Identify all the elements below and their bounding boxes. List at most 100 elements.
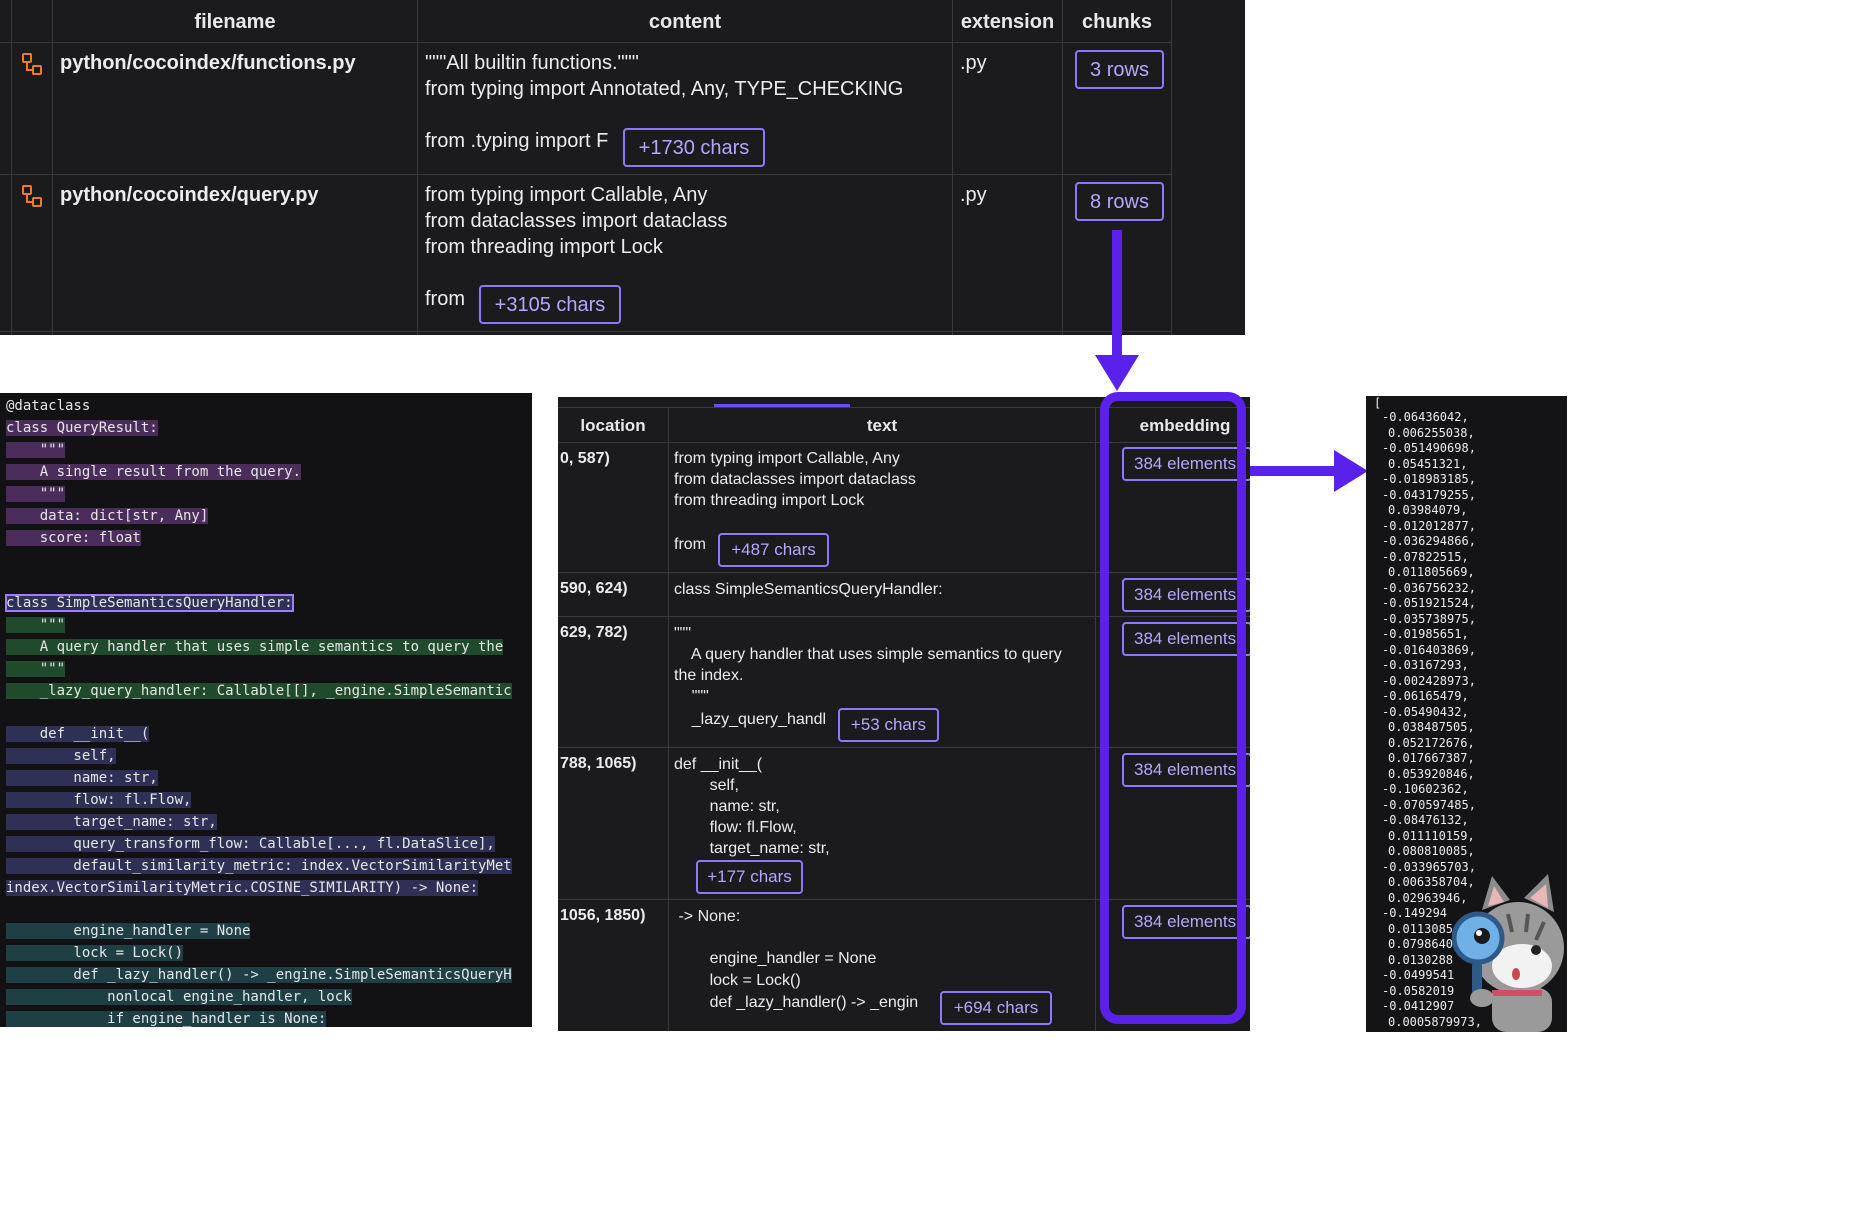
chunk-text-line: target_name: str, bbox=[674, 840, 830, 857]
vector-value: -0.149294 bbox=[1382, 906, 1448, 920]
code-line: target_name: str, bbox=[6, 814, 217, 830]
vector-value: -0.070597485, bbox=[1382, 797, 1476, 812]
chunk-text-line: from bbox=[674, 536, 706, 553]
column-divider bbox=[1095, 407, 1096, 1031]
expand-content-button[interactable]: +3105 chars bbox=[479, 285, 621, 324]
chunk-text-line: from typing import Callable, Any bbox=[674, 450, 900, 467]
content-line: from typing import Callable, Any bbox=[425, 184, 708, 206]
column-divider bbox=[417, 0, 418, 335]
chunk-text-line: -> None: bbox=[674, 908, 741, 925]
chunk-text-line: def __init__( bbox=[674, 756, 763, 773]
code-line: A query handler that uses simple semanti… bbox=[6, 639, 504, 655]
chunk-text-line: class SimpleSemanticsQueryHandler: bbox=[674, 581, 943, 598]
header-filename[interactable]: filename bbox=[53, 0, 417, 42]
header-text[interactable]: text bbox=[669, 409, 1095, 443]
code-line: def _lazy_handler() -> _engine.SimpleSem… bbox=[6, 967, 512, 983]
code-line: """ bbox=[6, 442, 66, 458]
code-line: def __init__( bbox=[6, 726, 150, 742]
code-line: class SimpleSemanticsQueryHandler: bbox=[5, 594, 294, 612]
vector-value: -0.036756232, bbox=[1382, 580, 1476, 595]
vector-value: 0.011110159, bbox=[1388, 828, 1475, 843]
column-divider bbox=[11, 0, 12, 335]
header-content[interactable]: content bbox=[418, 0, 952, 42]
chunks-rows-button[interactable]: 3 rows bbox=[1075, 50, 1164, 89]
filename-cell: python/cocoindex/functions.py bbox=[60, 52, 356, 74]
row-divider bbox=[0, 331, 1172, 332]
code-line: """ bbox=[6, 486, 66, 502]
vector-value: 0.03984079, bbox=[1388, 503, 1468, 517]
vector-value: 0.017667387, bbox=[1388, 751, 1475, 765]
row-divider bbox=[0, 174, 1172, 175]
vector-value: -0.016403869, bbox=[1382, 642, 1476, 657]
chunk-text-line: the index. bbox=[674, 667, 744, 684]
code-line: score: float bbox=[6, 530, 141, 546]
source-code-view: @dataclass class QueryResult: """ A sing… bbox=[0, 393, 532, 1027]
chunk-text-line: from dataclasses import dataclass bbox=[674, 471, 916, 488]
vector-value: -0.08476132, bbox=[1382, 813, 1469, 827]
vector-value: 0.05451321, bbox=[1388, 456, 1468, 471]
code-line: lock = Lock() bbox=[6, 945, 184, 961]
chunk-text-line: def _lazy_handler() -> _engin bbox=[674, 994, 919, 1011]
vector-value: -0.0582019 bbox=[1382, 983, 1455, 998]
chunk-text-line: lock = Lock() bbox=[674, 972, 801, 989]
chunk-text-line: _lazy_query_handl bbox=[674, 711, 827, 728]
location-cell: 1056, 1850) bbox=[560, 907, 646, 924]
code-line: self, bbox=[6, 748, 116, 764]
content-line: from threading import Lock bbox=[425, 236, 663, 258]
filename-cell: python/cocoindex/query.py bbox=[60, 184, 319, 206]
embedding-column-highlight bbox=[1100, 392, 1246, 1024]
open-bracket: [ bbox=[1374, 396, 1382, 410]
vector-value: 0.052172676, bbox=[1388, 735, 1475, 750]
vector-value: -0.05490432, bbox=[1382, 704, 1469, 719]
header-chunks[interactable]: chunks bbox=[1063, 0, 1171, 42]
expand-text-button[interactable]: +694 chars bbox=[940, 991, 1052, 1025]
expand-text-button[interactable]: +53 chars bbox=[838, 708, 939, 742]
key-link-icon[interactable] bbox=[21, 52, 43, 76]
chunks-rows-button[interactable]: 8 rows bbox=[1075, 182, 1164, 221]
expand-content-button[interactable]: +1730 chars bbox=[623, 128, 765, 167]
cat-mascot-icon bbox=[1452, 874, 1564, 1032]
arrow-right-shaft bbox=[1250, 466, 1340, 476]
extension-cell: .py bbox=[960, 184, 987, 206]
content-line: """All builtin functions.""" bbox=[425, 52, 639, 74]
code-line: index.VectorSimilarityMetric.COSINE_SIMI… bbox=[6, 880, 479, 896]
code-line: @dataclass bbox=[6, 398, 91, 414]
code-line: engine_handler = None bbox=[6, 923, 251, 939]
column-divider bbox=[1062, 0, 1063, 335]
code-line: data: dict[str, Any] bbox=[6, 508, 209, 524]
chunk-text-line: from threading import Lock bbox=[674, 492, 865, 509]
source-files-table: filename content extension chunks python… bbox=[0, 0, 1245, 335]
vector-value: 0.0798640 bbox=[1388, 937, 1454, 951]
content-line: from typing import Annotated, Any, TYPE_… bbox=[425, 78, 904, 100]
extension-cell: .py bbox=[960, 52, 987, 74]
chunk-text-line: """ bbox=[674, 625, 692, 642]
arrow-down-shaft bbox=[1112, 230, 1122, 360]
arrow-right-icon bbox=[1334, 450, 1368, 492]
content-line: from .typing import F bbox=[425, 130, 609, 152]
vector-value: -0.051490698, bbox=[1382, 441, 1476, 455]
location-cell: 590, 624) bbox=[560, 580, 628, 597]
vector-value: 0.006255038, bbox=[1388, 425, 1475, 440]
header-location[interactable]: location bbox=[558, 409, 668, 443]
code-line: flow: fl.Flow, bbox=[6, 792, 192, 808]
code-line: nonlocal engine_handler, lock bbox=[6, 989, 352, 1005]
header-extension[interactable]: extension bbox=[953, 0, 1062, 42]
location-cell: 0, 587) bbox=[560, 450, 610, 467]
chunk-text-line: name: str, bbox=[674, 798, 780, 815]
vector-value: 0.038487505, bbox=[1388, 720, 1475, 734]
key-link-icon[interactable] bbox=[21, 184, 43, 208]
code-line: """ bbox=[6, 617, 66, 633]
vector-value: -0.0499541 bbox=[1382, 968, 1455, 982]
vector-value: -0.06436042, bbox=[1382, 410, 1469, 424]
column-divider bbox=[52, 0, 53, 335]
code-line: default_similarity_metric: index.VectorS… bbox=[6, 858, 512, 874]
code-line: """ bbox=[6, 661, 66, 677]
expand-text-button[interactable]: +177 chars bbox=[696, 860, 803, 894]
vector-value: -0.018983185, bbox=[1382, 472, 1476, 486]
column-divider bbox=[668, 407, 669, 1031]
vector-value: 0.080810085, bbox=[1388, 844, 1475, 858]
expand-text-button[interactable]: +487 chars bbox=[718, 533, 829, 567]
chunk-text-line: """ bbox=[674, 688, 709, 705]
chunk-text-line: engine_handler = None bbox=[674, 950, 877, 967]
vector-value: -0.002428973, bbox=[1382, 673, 1476, 688]
